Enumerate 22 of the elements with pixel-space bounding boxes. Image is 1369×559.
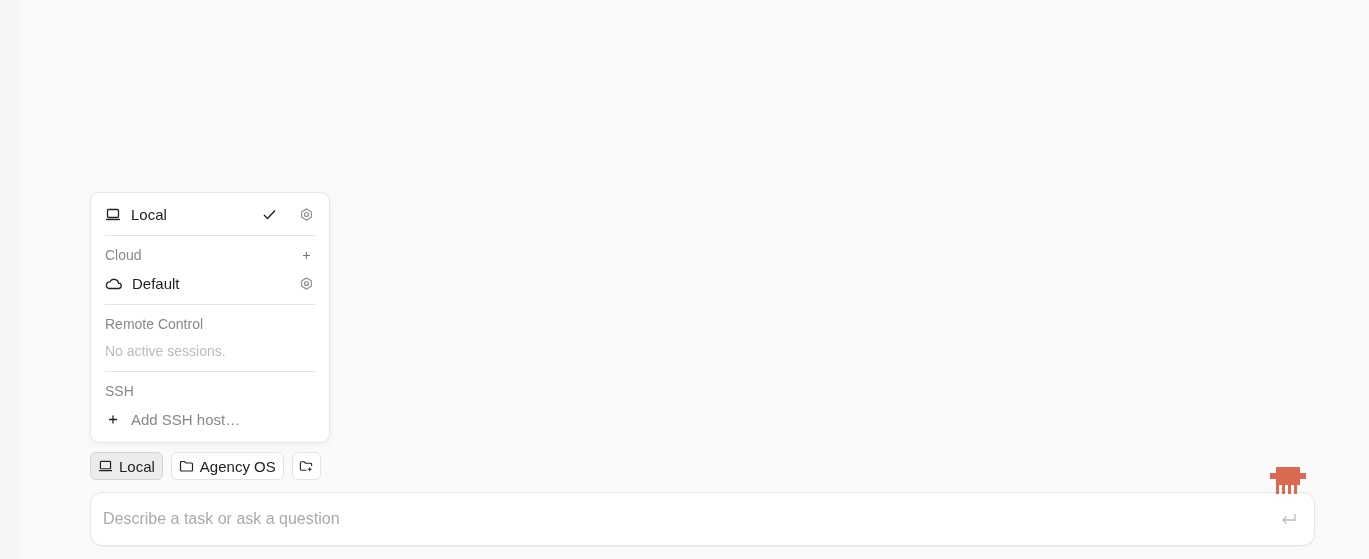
settings-button[interactable] [298,205,315,223]
folder-chip[interactable]: Agency OS [170,452,284,480]
add-host-option[interactable]: Add SSH host… [105,404,315,434]
settings-button[interactable] [298,274,315,292]
folder-plus-icon [299,460,314,472]
plus-icon[interactable] [302,250,311,260]
cloud-icon [105,276,122,290]
empty-note: No active sessions. [105,342,227,361]
mascot-icon [1267,464,1309,494]
add-folder-button[interactable] [291,452,321,480]
folder-icon [178,460,194,472]
environment-option[interactable]: Local [105,199,315,229]
laptop-icon [98,460,113,472]
environment-option[interactable]: Default [105,268,315,298]
section-heading: Remote Control [105,316,204,332]
laptop-icon [105,207,121,221]
prompt-field[interactable]: Describe a task or ask a question [90,492,1315,546]
section-heading: SSH [105,383,134,399]
enter-icon [1280,513,1297,526]
environment-chip[interactable]: Local [90,452,163,480]
section-heading: Cloud [105,247,142,263]
checkmark-icon [263,208,276,220]
